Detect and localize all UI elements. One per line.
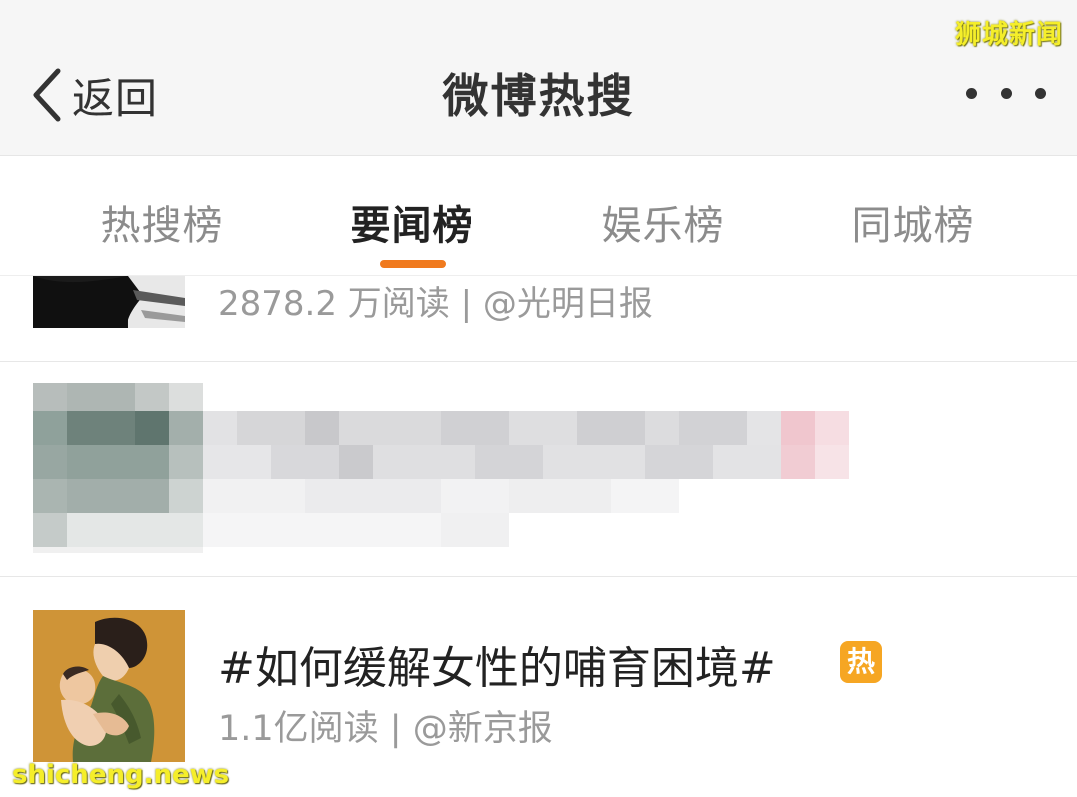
tab-hot-search[interactable]: 热搜榜	[62, 193, 262, 251]
item-meta: 1.1亿阅读 | @新京报	[218, 709, 553, 749]
more-dots-icon	[1000, 87, 1012, 99]
watermark-site-text: shicheng.news	[12, 760, 230, 790]
more-dots-icon	[966, 87, 977, 99]
hot-badge: 热	[840, 641, 882, 683]
item-thumbnail[interactable]	[33, 276, 185, 328]
watermark-logo-text: 狮城新闻	[954, 20, 1063, 50]
more-dots-icon	[1035, 87, 1046, 99]
topic-title[interactable]: #如何缓解女性的哺育困境#	[218, 632, 776, 696]
tab-news[interactable]: 要闻榜	[312, 193, 512, 251]
news-list[interactable]: 2878.2 万阅读 | @光明日报 #如何缓解女性的哺育困境# 热 1.1亿阅…	[0, 275, 1077, 797]
tab-entertainment[interactable]: 娱乐榜	[563, 193, 763, 251]
list-item[interactable]: 2878.2 万阅读 | @光明日报	[0, 276, 1077, 362]
item-meta: 2878.2 万阅读 | @光明日报	[218, 284, 653, 324]
more-button[interactable]	[966, 78, 1046, 108]
page-title: 微博热搜	[442, 69, 635, 123]
ranking-tabs: 热搜榜 要闻榜 娱乐榜 同城榜	[0, 157, 1077, 275]
top-bar: 返回 微博热搜 狮城新闻	[0, 0, 1077, 156]
item-thumbnail[interactable]	[33, 610, 185, 762]
blurred-content	[33, 383, 853, 553]
list-item[interactable]	[0, 363, 1077, 577]
tab-local[interactable]: 同城榜	[813, 193, 1013, 251]
active-tab-indicator	[380, 260, 446, 268]
